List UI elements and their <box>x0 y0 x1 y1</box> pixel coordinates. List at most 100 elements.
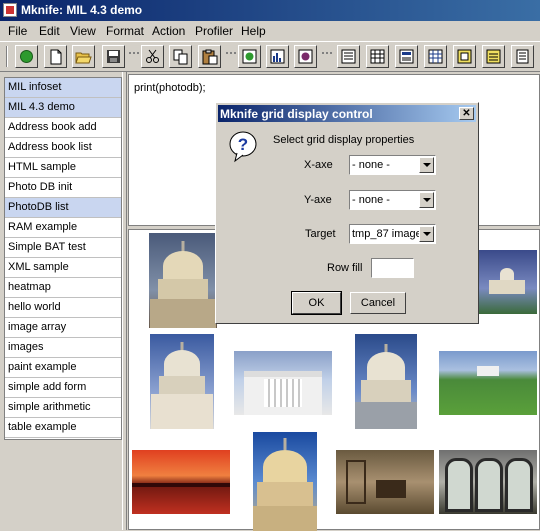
record-button[interactable] <box>238 45 261 68</box>
cancel-button[interactable]: Cancel <box>350 292 406 314</box>
bar-chart-button[interactable] <box>266 45 289 68</box>
close-icon: ✕ <box>462 108 471 119</box>
xaxis-select[interactable]: - none - <box>349 155 436 175</box>
photo-capitol-distant[interactable] <box>477 250 537 314</box>
vertical-splitter[interactable] <box>122 72 127 530</box>
photo-interior-room[interactable] <box>336 450 434 514</box>
grid-view-icon <box>428 49 443 64</box>
sidebar-item[interactable]: MIL 4.3 demo <box>5 98 121 118</box>
save-button[interactable] <box>102 45 125 68</box>
chart-view-icon <box>486 49 501 64</box>
xaxis-value: - none - <box>352 159 390 171</box>
menu-action[interactable]: Action <box>152 24 185 38</box>
list-view-icon <box>341 49 356 64</box>
toolbar-grip <box>226 52 236 58</box>
stop-button[interactable] <box>294 45 317 68</box>
new-file-button[interactable] <box>44 45 67 68</box>
chevron-down-icon[interactable] <box>419 192 434 208</box>
menu-file[interactable]: File <box>8 24 27 38</box>
photo-white-house-lawn[interactable] <box>439 351 537 415</box>
toolbar-grip <box>129 52 139 58</box>
photo-capitol-dome-gold[interactable] <box>253 432 317 531</box>
ok-button[interactable]: OK <box>291 291 342 315</box>
yaxis-value: - none - <box>352 194 390 206</box>
document-view-icon <box>516 49 529 64</box>
photo-sunset-reflection[interactable] <box>132 450 230 514</box>
dialog-title: Mknife grid display control <box>220 107 373 121</box>
photo-capitol-closeup[interactable] <box>355 334 417 429</box>
dialog-title-bar[interactable]: Mknife grid display control ✕ <box>218 105 476 122</box>
window-title: Mknife: MIL 4.3 demo <box>21 3 143 17</box>
grid-view-button[interactable] <box>424 45 447 68</box>
dialog-close-button[interactable]: ✕ <box>459 107 474 120</box>
sidebar-item[interactable]: Simple BAT test <box>5 238 121 258</box>
run-button[interactable] <box>15 45 38 68</box>
document-view-button[interactable] <box>511 45 534 68</box>
sidebar-item[interactable]: simple arithmetic <box>5 398 121 418</box>
cut-button[interactable] <box>141 45 164 68</box>
sidebar-item[interactable]: Address book list <box>5 138 121 158</box>
sidebar-item[interactable]: HTML sample <box>5 158 121 178</box>
sidebar-list: MIL infoset MIL 4.3 demo Address book add A… <box>4 77 122 440</box>
chevron-down-icon[interactable] <box>419 157 434 173</box>
sidebar-item[interactable]: Photo DB init <box>5 178 121 198</box>
xaxis-label: X-axe <box>304 159 333 171</box>
form-view-button[interactable] <box>395 45 418 68</box>
sidebar-item[interactable]: heatmap <box>5 278 121 298</box>
menu-profiler[interactable]: Profiler <box>195 24 233 38</box>
grid-display-dialog: Mknife grid display control ✕ ? Select g… <box>215 102 479 324</box>
paste-icon <box>202 49 217 64</box>
target-select[interactable]: tmp_87 image <box>349 224 436 244</box>
photo-white-house[interactable] <box>234 351 332 415</box>
menu-format[interactable]: Format <box>106 24 144 38</box>
sidebar-item[interactable]: MIL infoset <box>5 78 121 98</box>
sidebar-item[interactable]: Address book add <box>5 118 121 138</box>
paste-button[interactable] <box>198 45 221 68</box>
yaxis-select[interactable]: - none - <box>349 190 436 210</box>
target-label: Target <box>305 228 336 240</box>
open-button[interactable] <box>72 45 95 68</box>
rowfill-label: Row fill <box>327 262 363 274</box>
copy-button[interactable] <box>169 45 192 68</box>
image-view-button[interactable] <box>453 45 476 68</box>
question-icon: ? <box>228 131 258 163</box>
rowfill-input[interactable] <box>371 258 414 278</box>
toolbar <box>0 41 540 72</box>
menu-view[interactable]: View <box>70 24 96 38</box>
photo-capitol-blue-sky[interactable] <box>150 334 214 429</box>
sidebar-item[interactable]: table example <box>5 418 121 438</box>
script-text: print(photodb); <box>134 82 206 94</box>
sidebar-item[interactable]: XML sample <box>5 258 121 278</box>
sidebar-item[interactable]: image array <box>5 318 121 338</box>
stop-icon <box>298 49 313 64</box>
sidebar-item[interactable]: paint example <box>5 358 121 378</box>
target-value: tmp_87 image <box>352 228 420 240</box>
yaxis-label: Y-axe <box>304 194 332 206</box>
photo-arches[interactable] <box>439 450 537 514</box>
copy-icon <box>173 49 187 64</box>
table-view-button[interactable] <box>366 45 389 68</box>
new-file-icon <box>50 49 61 64</box>
photo-capitol-dome[interactable] <box>149 233 217 328</box>
record-icon <box>242 49 257 64</box>
chevron-down-icon[interactable] <box>419 226 434 242</box>
table-view-icon <box>370 49 385 64</box>
chart-view-button[interactable] <box>482 45 505 68</box>
window-title-bar[interactable]: Mknife: MIL 4.3 demo <box>0 0 540 21</box>
sidebar-item[interactable]: hello world <box>5 298 121 318</box>
list-view-button[interactable] <box>337 45 360 68</box>
menu-help[interactable]: Help <box>241 24 266 38</box>
dialog-prompt: Select grid display properties <box>273 134 415 146</box>
sidebar-item[interactable]: simple add form <box>5 378 121 398</box>
save-icon <box>107 50 120 63</box>
toolbar-separator <box>6 46 8 67</box>
run-icon <box>20 50 33 63</box>
toolbar-grip <box>322 52 332 58</box>
sidebar-item[interactable]: images <box>5 338 121 358</box>
image-view-icon <box>457 49 472 64</box>
sidebar-item[interactable]: PhotoDB list <box>5 198 121 218</box>
menu-edit[interactable]: Edit <box>39 24 60 38</box>
sidebar-item[interactable]: RAM example <box>5 218 121 238</box>
svg-text:?: ? <box>238 135 248 154</box>
menu-bar: File Edit View Format Action Profiler He… <box>0 21 540 41</box>
